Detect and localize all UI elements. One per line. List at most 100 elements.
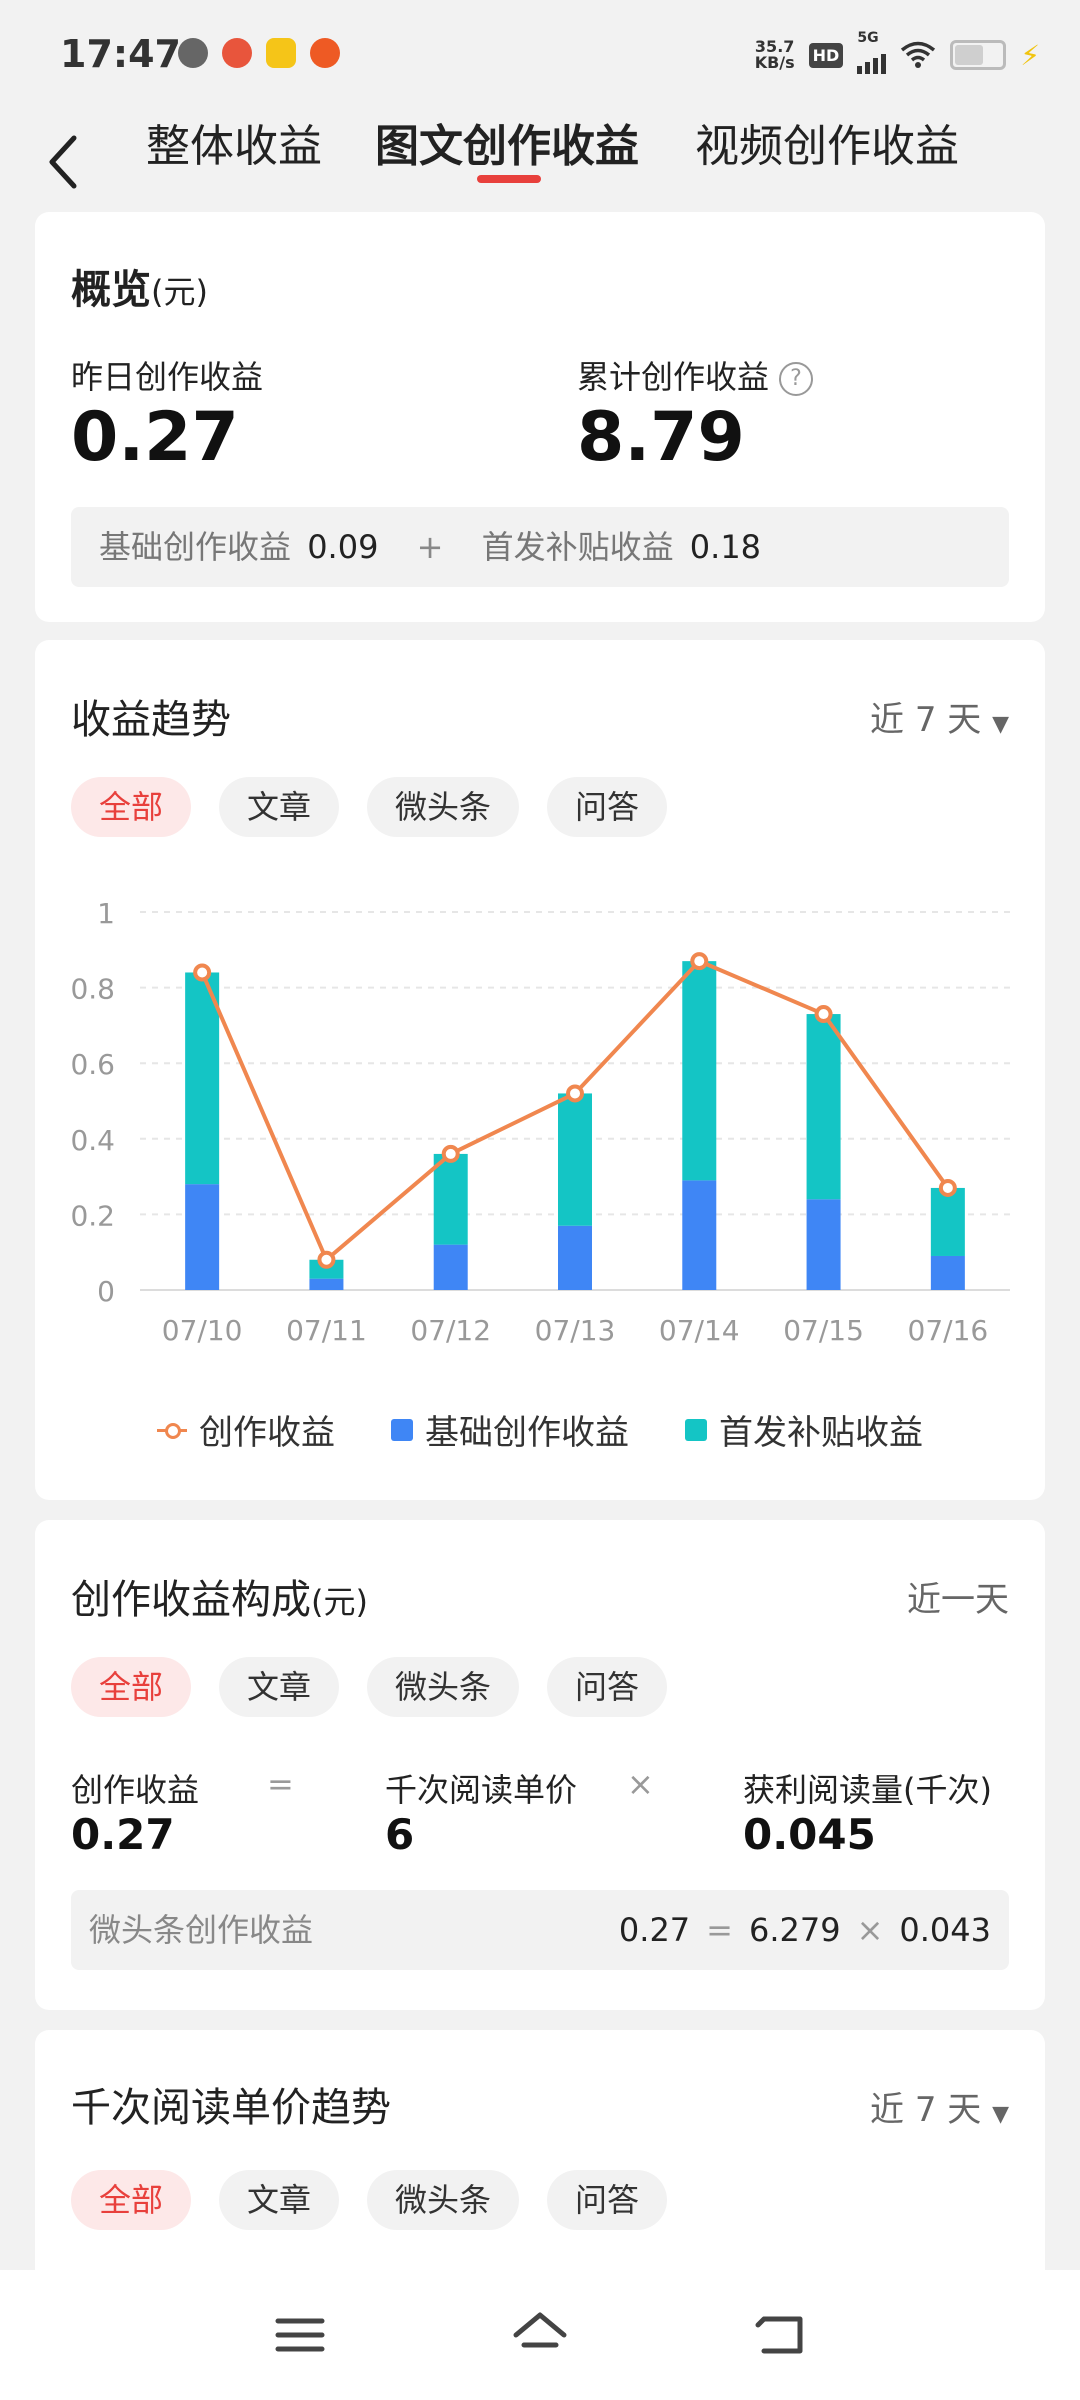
help-icon[interactable]: ? <box>779 362 814 396</box>
x-tick-label: 07/16 <box>908 1314 989 1347</box>
filter-pill-qa[interactable]: 问答 <box>547 2170 668 2230</box>
filter-pill-microheadline[interactable]: 微头条 <box>367 2170 520 2230</box>
filter-pill-article[interactable]: 文章 <box>219 2170 340 2230</box>
line-point-total-income <box>938 1178 957 1197</box>
total-income-label: 累计创作收益? <box>577 352 814 398</box>
overview-title: 概览(元) <box>71 267 208 313</box>
bar-subsidy-income <box>433 1153 468 1245</box>
tab-overall-income[interactable]: 整体收益 <box>146 110 322 174</box>
creation-income-value: 0.27 <box>71 1810 175 1859</box>
wifi-icon <box>901 41 936 68</box>
bar-base-income <box>930 1255 965 1290</box>
bar-subsidy-income <box>682 961 717 1181</box>
x-tick-label: 07/15 <box>783 1314 864 1347</box>
y-tick-label: 1 <box>97 897 115 930</box>
y-tick-label: 0.6 <box>70 1048 115 1081</box>
profitable-reads-value: 0.045 <box>743 1810 876 1859</box>
base-income-value: 0.09 <box>307 528 379 566</box>
legend-item-total[interactable]: 创作收益 <box>157 1405 335 1454</box>
menu-icon[interactable] <box>270 2305 330 2365</box>
y-tick-label: 0 <box>97 1275 115 1308</box>
filter-pill-qa[interactable]: 问答 <box>547 1657 668 1717</box>
legend-item-base[interactable]: 基础创作收益 <box>391 1405 629 1454</box>
bar-base-income <box>185 1184 220 1290</box>
charging-icon: ⚡ <box>1020 38 1040 72</box>
composition-title: 创作收益构成(元) <box>71 1577 368 1623</box>
bar-base-income <box>558 1225 592 1290</box>
bar-subsidy-income <box>806 1014 841 1200</box>
status-time: 17:47 <box>60 32 181 76</box>
income-trend-card: 收益趋势 近 7 天 ▼ 全部 文章 微头条 问答 0 0.2 0.4 0.6 0.8 1… <box>35 640 1045 1500</box>
filter-pill-microheadline[interactable]: 微头条 <box>367 1657 520 1717</box>
dropdown-arrow-icon: ▼ <box>992 712 1009 737</box>
app-notification-icon <box>222 38 252 68</box>
legend-item-subsidy[interactable]: 首发补贴收益 <box>685 1405 923 1454</box>
filter-pill-microheadline[interactable]: 微头条 <box>367 777 520 837</box>
bar-subsidy-income <box>930 1187 965 1256</box>
x-tick-label: 07/14 <box>659 1314 740 1347</box>
trend-title: 收益趋势 <box>71 697 231 743</box>
back-arrow-icon[interactable] <box>42 132 86 192</box>
bar-base-income <box>806 1199 841 1290</box>
filter-pill-article[interactable]: 文章 <box>219 1657 340 1717</box>
overview-unit: (元) <box>151 273 208 311</box>
chart-legend: 创作收益 基础创作收益 首发补贴收益 <box>35 1405 1045 1454</box>
line-point-total-income <box>317 1250 336 1269</box>
filter-pill-all[interactable]: 全部 <box>71 1657 192 1717</box>
times-sign: × <box>627 1765 654 1803</box>
line-point-total-income <box>566 1084 584 1103</box>
overview-card: 概览(元) 昨日创作收益 0.27 累计创作收益? 8.79 基础创作收益 0.… <box>35 212 1045 622</box>
system-navigation-bar <box>0 2270 1080 2400</box>
line-point-total-income <box>193 963 212 982</box>
price-trend-card: 千次阅读单价趋势 近 7 天 ▼ 全部 文章 微头条 问答 <box>35 2030 1045 2290</box>
status-bar: 17:47 35.7 KB/s HD 5G ⚡ <box>0 0 1080 110</box>
app-notification-icon <box>310 38 340 68</box>
x-tick-label: 07/11 <box>286 1314 367 1347</box>
line-point-total-income <box>690 952 709 971</box>
creation-income-label: 创作收益 <box>71 1771 200 1809</box>
battery-icon <box>950 40 1007 70</box>
price-per-thousand-label: 千次阅读单价 <box>385 1771 578 1809</box>
bar-base-income <box>433 1244 468 1290</box>
row-price-value: 6.279 <box>748 1911 841 1949</box>
x-tick-label: 07/10 <box>162 1314 243 1347</box>
bar-base-income <box>682 1180 717 1290</box>
net-speed: 35.7 KB/s <box>754 37 795 72</box>
income-trend-chart: 0 0.2 0.4 0.6 0.8 1 07/10 07/11 07/12 07/13 07/14 0… <box>70 897 1010 1347</box>
back-nav-icon[interactable] <box>752 2305 812 2365</box>
tab-video-income[interactable]: 视频创作收益 <box>695 110 959 174</box>
hd-badge: HD <box>808 42 844 68</box>
filter-pill-all[interactable]: 全部 <box>71 777 192 837</box>
notification-icons <box>178 38 340 68</box>
bar-subsidy-income <box>558 1093 592 1226</box>
top-tab-bar: 整体收益 图文创作收益 视频创作收益 <box>0 110 1080 200</box>
composition-range[interactable]: 近一天 <box>907 1572 1009 1621</box>
profitable-reads-label: 获利阅读量(千次) <box>743 1771 992 1809</box>
x-tick-label: 07/13 <box>535 1314 616 1347</box>
subsidy-income-value: 0.18 <box>689 528 762 566</box>
tab-article-income[interactable]: 图文创作收益 <box>375 110 639 174</box>
y-tick-label: 0.4 <box>70 1124 115 1157</box>
price-trend-title: 千次阅读单价趋势 <box>71 2085 391 2131</box>
equals-sign: = <box>267 1765 294 1803</box>
microheadline-income-row: 微头条创作收益 0.27 = 6.279 × 0.043 <box>71 1890 1009 1970</box>
active-tab-indicator <box>477 175 541 183</box>
y-tick-label: 0.2 <box>70 1199 115 1232</box>
row-income-value: 0.27 <box>618 1911 691 1949</box>
line-point-total-income <box>441 1144 460 1163</box>
app-notification-icon <box>178 38 208 68</box>
x-tick-label: 07/12 <box>410 1314 491 1347</box>
price-trend-range-dropdown[interactable]: 近 7 天 ▼ <box>870 2082 1009 2131</box>
price-per-thousand-value: 6 <box>385 1810 415 1859</box>
filter-pill-qa[interactable]: 问答 <box>547 777 668 837</box>
trend-range-dropdown[interactable]: 近 7 天 ▼ <box>870 692 1009 741</box>
income-breakdown-bar: 基础创作收益 0.09 + 首发补贴收益 0.18 <box>71 507 1009 587</box>
bar-base-income <box>309 1278 344 1290</box>
filter-pill-article[interactable]: 文章 <box>219 777 340 837</box>
income-composition-card: 创作收益构成(元) 近一天 全部 文章 微头条 问答 创作收益 = 0.27 千… <box>35 1520 1045 2010</box>
total-income-value: 8.79 <box>577 398 745 477</box>
filter-pill-all[interactable]: 全部 <box>71 2170 192 2230</box>
app-notification-icon <box>266 38 296 68</box>
yesterday-income-label: 昨日创作收益 <box>71 358 264 396</box>
home-icon[interactable] <box>510 2305 570 2365</box>
